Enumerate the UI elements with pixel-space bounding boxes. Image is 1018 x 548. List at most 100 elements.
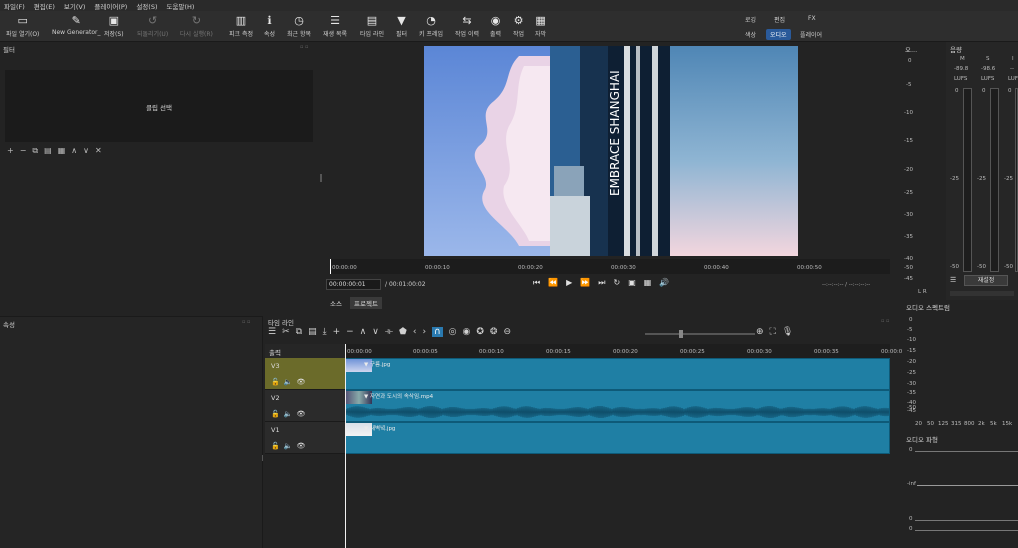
zoom-fit-icon[interactable]: ⛶ <box>770 327 776 337</box>
layout-audio-button[interactable]: 오디오 <box>766 29 791 40</box>
cut-icon[interactable]: ✂ <box>282 327 290 337</box>
tab-source[interactable]: 소스 <box>326 297 346 309</box>
lock-icon[interactable]: 🔓 <box>271 378 284 386</box>
video-preview[interactable]: EMBRACE SHANGHAI <box>424 46 798 256</box>
fast-forward-icon[interactable]: ⏩ <box>580 278 590 288</box>
zoom-icon[interactable]: ▣ <box>628 278 636 288</box>
lift-icon[interactable]: ∧ <box>360 327 367 337</box>
keyframes-button[interactable]: ◔ 키 프레임 <box>419 13 443 38</box>
menu-edit[interactable]: 편집(E) <box>34 1 55 11</box>
close-icon[interactable]: ✕ <box>95 146 102 156</box>
clip-v1[interactable]: ▼ 새벽녘.jpg <box>345 422 890 454</box>
track-header-v3[interactable]: V3 🔓🔈👁 <box>265 358 345 390</box>
ripple-icon[interactable]: ◉ <box>463 327 471 337</box>
save-preset-icon[interactable]: ▦ <box>58 146 66 156</box>
skip-start-icon[interactable]: ⏮ <box>533 278 540 288</box>
filters-list[interactable]: 클립 선택 <box>5 70 313 142</box>
eye-icon[interactable]: 👁 <box>296 378 309 386</box>
zoom-in-icon[interactable]: ⊕ <box>756 327 764 337</box>
eye-icon[interactable]: 👁 <box>296 442 309 450</box>
menu-file[interactable]: 파일(F) <box>4 1 25 11</box>
loop-icon[interactable]: ↻ <box>614 278 621 288</box>
layout-player-button[interactable]: 플레이어 <box>796 29 826 40</box>
paste-filter-icon[interactable]: ▤ <box>44 146 52 156</box>
menu-player[interactable]: 플레이어(P) <box>94 1 127 11</box>
remove-icon[interactable]: − <box>346 327 354 337</box>
zoom-slider-handle[interactable] <box>679 330 683 338</box>
timecode-field[interactable]: 00:00:00:01 <box>326 279 381 290</box>
menu-icon[interactable]: ☰ <box>950 276 956 284</box>
grid-icon[interactable]: ▦ <box>644 278 652 288</box>
splitter-handle[interactable] <box>320 174 322 182</box>
marker-icon[interactable]: ⬟ <box>399 327 407 337</box>
move-down-icon[interactable]: ∨ <box>83 146 89 156</box>
volume-icon[interactable]: 🔊 <box>659 278 669 288</box>
properties-button[interactable]: ℹ 속성 <box>264 13 275 38</box>
lock-icon[interactable]: 🔓 <box>271 410 284 418</box>
gear-icon: ⚙ <box>513 14 524 27</box>
track-header-v2[interactable]: V2 🔓🔈👁 <box>265 390 345 422</box>
export-button[interactable]: ◉ 출력 <box>490 13 501 38</box>
zoom-slider[interactable] <box>645 330 755 338</box>
scrub-icon[interactable]: ◎ <box>449 327 457 337</box>
reset-button[interactable]: 재설정 <box>964 275 1008 286</box>
layout-color-button[interactable]: 색상 <box>741 29 760 40</box>
player-ruler[interactable]: 00:00:00 00:00:10 00:00:20 00:00:30 00:0… <box>330 259 890 274</box>
open-file-button[interactable]: ▭ 파일 열기(O) <box>6 13 39 38</box>
filters-button[interactable]: ▼ 필터 <box>396 13 407 38</box>
clip-v2[interactable]: ▼ 자연과 도시의 속삭임.mp4 <box>345 390 890 422</box>
zoom-out-icon[interactable]: ⊖ <box>503 327 511 337</box>
play-icon[interactable]: ▶ <box>566 278 572 288</box>
mute-icon[interactable]: 🔈 <box>284 442 297 450</box>
timeline-playhead[interactable] <box>345 344 346 548</box>
snap-icon[interactable]: ∩ <box>432 327 443 337</box>
loudness-scrollbar[interactable] <box>950 291 1014 296</box>
add-icon[interactable]: + <box>333 327 341 337</box>
track-header-v1[interactable]: V1 🔓🔈👁 <box>265 422 345 454</box>
lock-icon[interactable]: 🔓 <box>271 442 284 450</box>
mute-icon[interactable]: 🔈 <box>284 410 297 418</box>
ripple-all-icon[interactable]: ✪ <box>476 327 484 337</box>
split-icon[interactable]: ⟛ <box>385 327 393 337</box>
undo-icon: ↺ <box>147 14 158 27</box>
menu-settings[interactable]: 설정(S) <box>136 1 157 11</box>
clock-icon: ◷ <box>294 14 304 27</box>
layout-editing-button[interactable]: 편집 <box>770 14 789 25</box>
new-generator-button[interactable]: ✎ New Generator_ <box>52 13 100 36</box>
redo-button[interactable]: ↻ 다시 실행(R) <box>180 13 213 38</box>
remove-filter-icon[interactable]: − <box>20 146 27 156</box>
clip-v3[interactable]: ▼ 구름.jpg <box>345 358 890 390</box>
recent-button[interactable]: ◷ 최근 항목 <box>287 13 311 38</box>
save-button[interactable]: ▣ 저장(S) <box>104 13 124 38</box>
timeline-button[interactable]: ▤ 타임 라인 <box>360 13 384 38</box>
overwrite-icon[interactable]: ∨ <box>372 327 379 337</box>
history-button[interactable]: ⇆ 작업 이력 <box>455 13 479 38</box>
player-playhead[interactable] <box>330 259 331 274</box>
peak-meter-button[interactable]: ▥ 피크 측정 <box>229 13 253 38</box>
rewind-icon[interactable]: ⏪ <box>548 278 558 288</box>
eye-icon[interactable]: 👁 <box>296 410 309 418</box>
ripple-markers-icon[interactable]: ❂ <box>490 327 498 337</box>
prev-marker-icon[interactable]: ‹ <box>413 327 417 337</box>
subtitles-button[interactable]: ▦ 자막 <box>535 13 546 38</box>
layout-fx-button[interactable]: FX <box>804 14 820 23</box>
menu-help[interactable]: 도움말(H) <box>167 1 195 11</box>
move-up-icon[interactable]: ∧ <box>71 146 77 156</box>
add-filter-icon[interactable]: + <box>7 146 14 156</box>
next-marker-icon[interactable]: › <box>422 327 426 337</box>
copy-icon[interactable]: ⧉ <box>296 327 302 337</box>
append-icon[interactable]: ⤓ <box>323 327 327 337</box>
undo-button[interactable]: ↺ 되돌리기(U) <box>137 13 168 38</box>
menu-view[interactable]: 보기(V) <box>64 1 85 11</box>
playlist-button[interactable]: ☰ 재생 목록 <box>323 13 347 38</box>
copy-filter-icon[interactable]: ⧉ <box>32 146 38 156</box>
record-audio-icon[interactable]: 🎙 <box>782 327 793 337</box>
timeline-menu-icon[interactable]: ☰ <box>268 327 276 337</box>
paste-icon[interactable]: ▤ <box>308 327 317 337</box>
skip-end-icon[interactable]: ⏭ <box>598 278 605 288</box>
tab-project[interactable]: 프로젝트 <box>350 297 382 309</box>
mute-icon[interactable]: 🔈 <box>284 378 297 386</box>
layout-logging-button[interactable]: 로깅 <box>741 14 760 25</box>
timeline-ruler[interactable]: 00:00:00 00:00:05 00:00:10 00:00:15 00:0… <box>345 344 902 358</box>
jobs-button[interactable]: ⚙ 작업 <box>513 13 524 38</box>
